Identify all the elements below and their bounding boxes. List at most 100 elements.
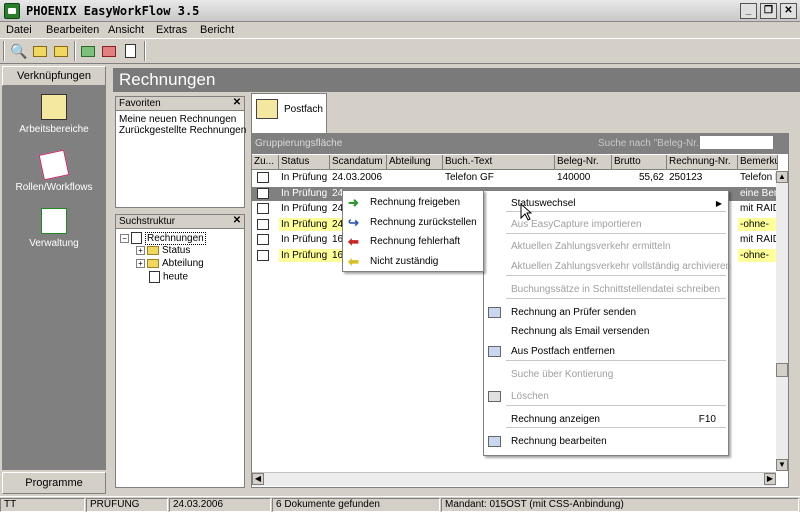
close-button[interactable]: ✕ (780, 3, 797, 19)
nav-item-rollen-workflows[interactable]: Rollen/Workflows (2, 149, 106, 193)
tree-node-label: Status (162, 245, 191, 256)
scroll-thumb[interactable] (776, 363, 788, 377)
tree-node-rechnungen[interactable]: − Rechnungen (120, 231, 206, 245)
invoice-document-icon (257, 218, 269, 230)
context-item-label: Aktuellen Zahlungsverkehr ermitteln (511, 241, 671, 252)
column-header-status[interactable]: Status (279, 155, 330, 170)
context-item-10[interactable]: Rechnung anzeigen F10 (484, 410, 728, 430)
delete-icon (488, 391, 501, 402)
submenu-item-label: Rechnung zurückstellen (370, 216, 477, 228)
folder-red-icon[interactable] (99, 41, 119, 61)
context-item-6[interactable]: Rechnung als Email versenden (484, 322, 728, 342)
menu-bearbeiten[interactable]: Bearbeiten (46, 24, 99, 36)
minimize-button[interactable]: _ (740, 3, 757, 19)
folder-green-icon[interactable] (78, 41, 98, 61)
nav-item-arbeitsbereiche[interactable]: Arbeitsbereiche (2, 94, 106, 135)
horizontal-scrollbar[interactable]: ◀ ▶ (252, 472, 776, 486)
search-tree-panel-title: Suchstruktur (116, 215, 244, 229)
cell-bemerkung: Telefon F (740, 172, 778, 183)
menu-datei[interactable]: Datei (6, 24, 32, 36)
column-header-brutto[interactable]: Brutto (612, 155, 667, 170)
scroll-right-icon[interactable]: ▶ (764, 473, 776, 485)
cell-status: In Prüfung (281, 203, 328, 214)
scroll-down-icon[interactable]: ▼ (776, 459, 788, 471)
restore-button[interactable]: ❐ (760, 3, 777, 19)
cell-status: In Prüfung (281, 187, 328, 199)
column-header-scandatum[interactable]: Scandatum (330, 155, 387, 170)
document-edit-icon[interactable] (120, 41, 140, 61)
nav-header-verknuepfungen[interactable]: Verknüpfungen (2, 66, 106, 86)
column-header-beleg-nr[interactable]: Beleg-Nr. (555, 155, 612, 170)
cell-status: In Prüfung (279, 217, 330, 231)
nav-footer-programme[interactable]: Programme (2, 472, 106, 494)
submenu-item-2[interactable]: ⬅ Rechnung fehlerhaft (343, 232, 483, 252)
menu-bericht[interactable]: Bericht (200, 24, 234, 36)
context-item-11[interactable]: Rechnung bearbeiten (484, 432, 728, 452)
tab-label: Postfach (284, 104, 323, 115)
nav-item-verwaltung[interactable]: Verwaltung (2, 208, 106, 249)
column-header-abteilung[interactable]: Abteilung (387, 155, 443, 170)
beleg-search-input[interactable] (699, 135, 774, 150)
tree-node-label: heute (163, 271, 189, 283)
submenu-item-label: Rechnung fehlerhaft (370, 236, 461, 247)
folder-edit-icon[interactable] (51, 41, 71, 61)
cell-status: In Prüfung (279, 248, 330, 262)
cell-brutto: 55,62 (638, 172, 664, 183)
remove-from-inbox-icon (488, 346, 501, 357)
scroll-up-icon[interactable]: ▲ (776, 171, 788, 183)
favorite-item[interactable]: Meine neuen Rechnungen (119, 114, 236, 125)
status-bar: TT PRÜFUNG 24.03.2006 6 Dokumente gefund… (0, 496, 800, 512)
menu-ansicht[interactable]: Ansicht (108, 24, 144, 36)
tab-postfach[interactable]: Postfach (251, 93, 327, 133)
collapse-icon[interactable]: − (120, 233, 129, 243)
column-header-rechnung-nr[interactable]: Rechnung-Nr. (667, 155, 738, 170)
context-item-label: Rechnung als Email versenden (511, 326, 650, 337)
menu-extras[interactable]: Extras (156, 24, 187, 36)
context-item-7[interactable]: Aus Postfach entfernen (484, 342, 728, 362)
cell-bemerkung: -ohne- (738, 248, 778, 262)
cell-rechnung: 250123 (669, 172, 703, 183)
context-item-9: Löschen (484, 387, 728, 407)
column-header-zu[interactable]: Zu... (252, 155, 279, 170)
favorite-item[interactable]: Zurückgestellte Rechnungen (119, 125, 246, 136)
arrow-return-blue-icon: ↪ (348, 214, 359, 230)
context-item-label: Aktuellen Zahlungsverkehr vollständig ar… (511, 261, 732, 272)
submenu-item-0[interactable]: ➜ Rechnung freigeben (343, 193, 483, 213)
tree-node-status[interactable]: + Status (136, 245, 190, 256)
tree-node-abteilung[interactable]: + Abteilung (136, 258, 204, 269)
close-icon[interactable]: ✕ (232, 216, 242, 226)
context-item-3: Aktuellen Zahlungsverkehr vollständig ar… (484, 257, 732, 277)
submenu-item-3[interactable]: ⬅ Nicht zuständig (343, 252, 483, 272)
column-header-bemerkung[interactable]: Bemerkung (738, 155, 778, 170)
arrow-left-red-icon: ⬅ (348, 234, 359, 249)
expand-icon[interactable]: + (136, 245, 145, 255)
arrow-right-green-icon: ➜ (348, 195, 359, 210)
tree-node-heute[interactable]: heute (149, 271, 188, 283)
beleg-search-label: Suche nach "Beleg-Nr." (598, 138, 703, 149)
search-tree-panel: Suchstruktur ✕ − Rechnungen + Status + Abte… (115, 214, 245, 488)
nav-item-label: Verwaltung (29, 238, 79, 249)
close-icon[interactable]: ✕ (232, 98, 242, 108)
roles-icon (38, 149, 70, 181)
folder-open-icon[interactable] (30, 41, 50, 61)
cell-scandatum: 24.03.2006 (332, 172, 383, 183)
calendar-icon (149, 271, 160, 283)
submenu-item-1[interactable]: ↪ Rechnung zurückstellen (343, 213, 483, 233)
favorites-panel-title: Favoriten (116, 97, 244, 111)
expand-icon[interactable]: + (136, 258, 145, 268)
context-item-5[interactable]: Rechnung an Prüfer senden (484, 303, 728, 323)
context-item-label: Rechnung bearbeiten (511, 436, 607, 447)
window-title: PHOENIX EasyWorkFlow 3.5 (26, 4, 200, 18)
scroll-left-icon[interactable]: ◀ (252, 473, 264, 485)
vertical-scrollbar[interactable]: ▲ ▼ (776, 171, 788, 471)
title-bar[interactable]: PHOENIX EasyWorkFlow 3.5 _ ❐ ✕ (0, 0, 800, 22)
nav-shortcut-area: Arbeitsbereiche Rollen/Workflows Verwalt… (2, 86, 106, 470)
search-icon[interactable]: 🔍 (9, 41, 29, 61)
favorites-panel: Favoriten ✕ Meine neuen Rechnungen Zurüc… (115, 96, 246, 208)
inbox-icon (256, 99, 278, 119)
folder-icon (147, 258, 159, 268)
status-submenu: ➜ Rechnung freigeben ↪ Rechnung zurückstell… (342, 190, 484, 272)
context-item-label: Suche über Kontierung (511, 369, 614, 380)
cell-bemerkung: eine Bem (740, 187, 778, 199)
column-header-buch-text[interactable]: Buch.-Text (443, 155, 555, 170)
